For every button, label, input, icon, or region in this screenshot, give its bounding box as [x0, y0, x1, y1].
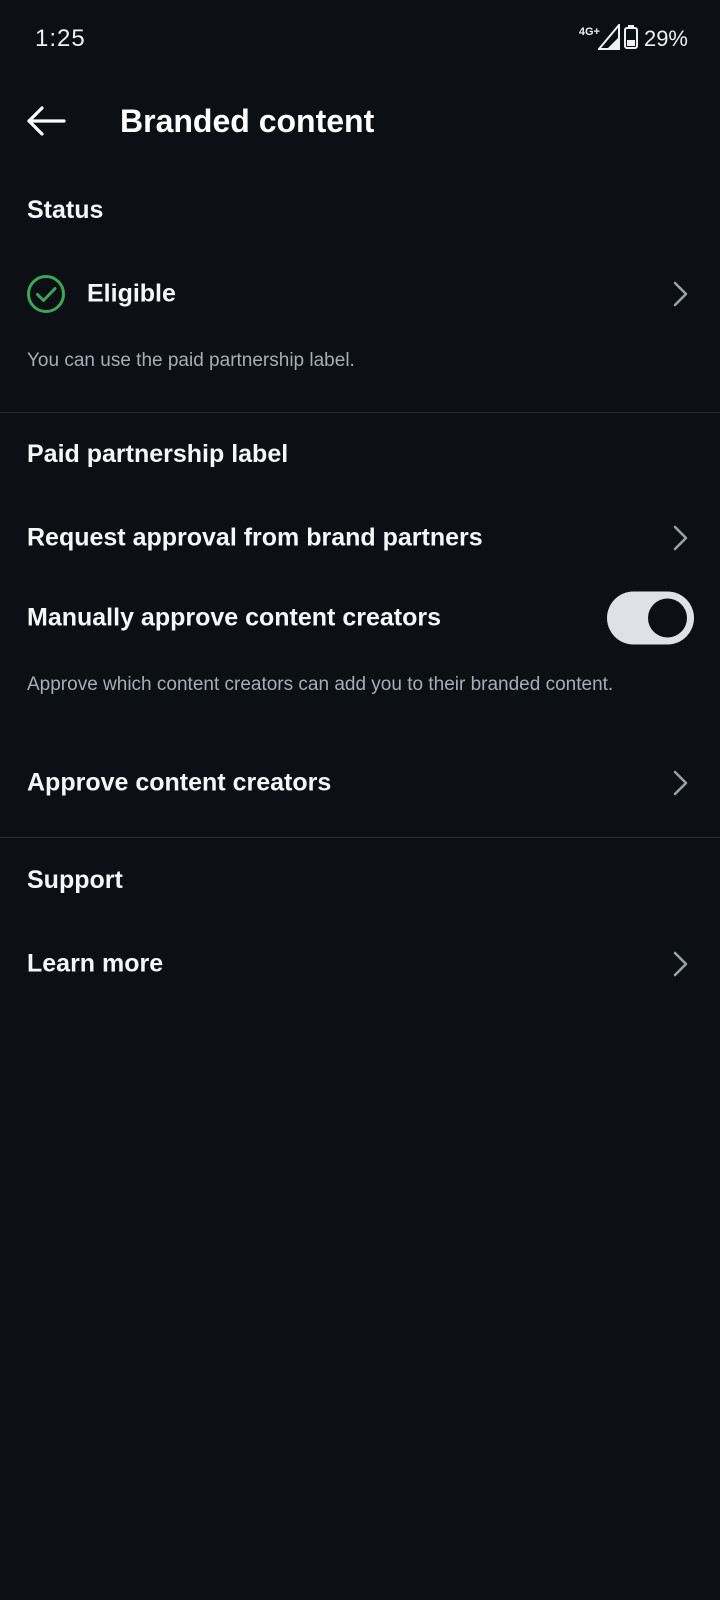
approve-creators-label: Approve content creators: [27, 768, 332, 797]
signal-icon: [596, 21, 620, 55]
manual-approve-label: Manually approve content creators: [27, 603, 442, 632]
eligibility-status-row[interactable]: Eligible: [0, 262, 720, 326]
back-button[interactable]: [20, 100, 72, 146]
section-header-status: Status: [27, 196, 104, 224]
status-bar: 1:25 4G+ 29%: [0, 0, 720, 80]
request-approval-row[interactable]: Request approval from brand partners: [0, 506, 720, 570]
manual-approve-toggle[interactable]: [607, 591, 694, 645]
request-approval-label: Request approval from brand partners: [27, 523, 483, 552]
divider: [0, 412, 720, 413]
divider: [0, 837, 720, 838]
status-indicators: 4G+ 29%: [578, 21, 688, 55]
page-title: Branded content: [120, 103, 375, 139]
back-arrow-icon: [26, 105, 66, 141]
chevron-right-icon: [670, 769, 690, 797]
app-bar: Branded content: [0, 88, 720, 158]
approve-creators-row[interactable]: Approve content creators: [0, 751, 720, 815]
chevron-right-icon: [670, 280, 690, 308]
section-header-support: Support: [27, 866, 123, 894]
section-header-paid-partnership: Paid partnership label: [27, 440, 289, 468]
manual-approve-caption: Approve which content creators can add y…: [27, 674, 614, 695]
eligibility-status-label: Eligible: [87, 279, 176, 308]
chevron-right-icon: [670, 524, 690, 552]
chevron-right-icon: [670, 950, 690, 978]
network-type: 4G+: [578, 26, 600, 38]
battery-icon: [623, 24, 638, 54]
toggle-knob: [648, 598, 687, 638]
learn-more-label: Learn more: [27, 949, 164, 978]
learn-more-row[interactable]: Learn more: [0, 932, 720, 996]
check-circle-icon: [26, 274, 66, 314]
status-time: 1:25: [35, 25, 86, 52]
manual-approve-row: Manually approve content creators: [0, 586, 720, 650]
battery-percent: 29%: [643, 26, 688, 51]
eligibility-caption: You can use the paid partnership label.: [27, 350, 355, 371]
